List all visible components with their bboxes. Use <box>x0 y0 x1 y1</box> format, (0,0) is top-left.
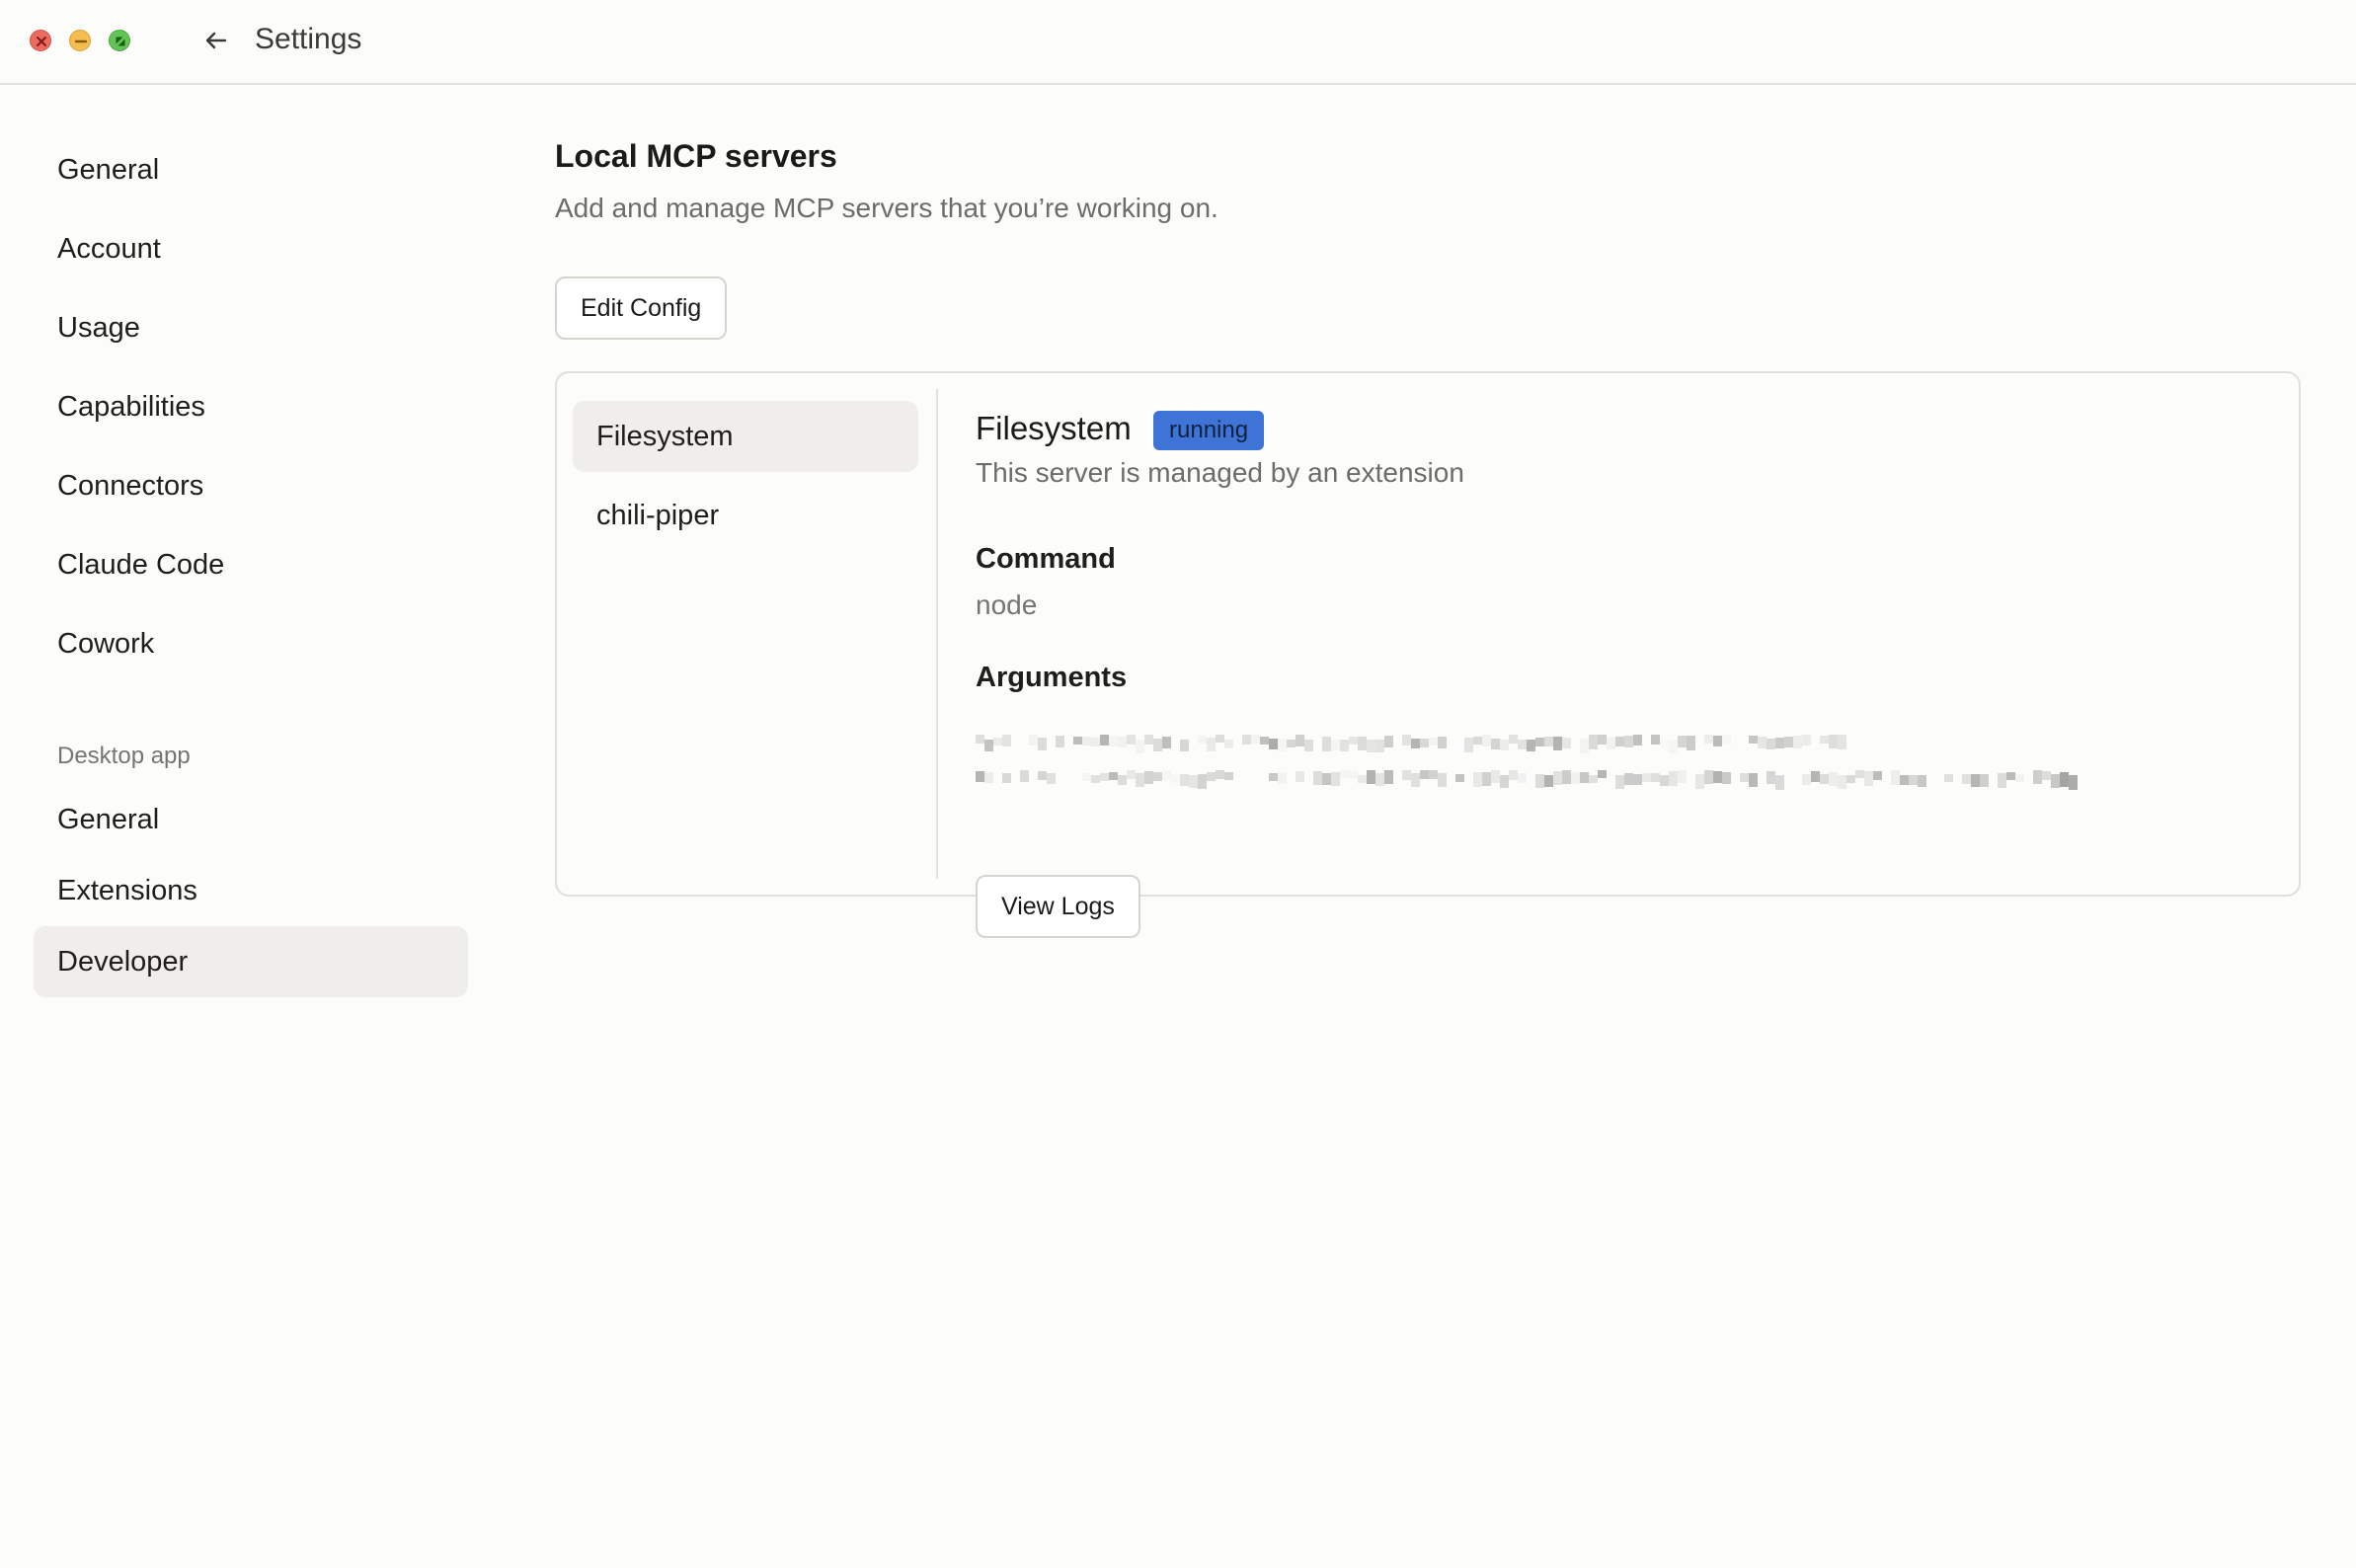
window-minimize-button[interactable] <box>69 30 91 51</box>
sidebar-item-usage[interactable]: Usage <box>34 292 468 363</box>
page-title: Local MCP servers <box>555 138 837 174</box>
status-badge: running <box>1153 411 1265 450</box>
close-icon <box>37 37 46 46</box>
edit-config-button[interactable]: Edit Config <box>555 276 728 340</box>
sidebar-item-capabilities[interactable]: Capabilities <box>34 371 468 442</box>
sidebar-item-desktop-general[interactable]: General <box>34 784 468 855</box>
page-subtitle: Add and manage MCP servers that you’re w… <box>555 193 1218 223</box>
server-item-filesystem[interactable]: Filesystem <box>573 401 918 472</box>
window-title: Settings <box>255 23 362 55</box>
arrow-left-icon[interactable] <box>199 24 233 57</box>
sidebar-section-desktop-app: Desktop app <box>57 743 191 769</box>
server-item-chili-piper[interactable]: chili-piper <box>573 480 918 551</box>
arguments-value-redacted <box>976 735 2078 790</box>
sidebar-item-general[interactable]: General <box>34 134 468 205</box>
sidebar-item-extensions[interactable]: Extensions <box>34 855 468 926</box>
minimize-icon <box>74 39 88 43</box>
mcp-servers-card: Filesystem chili-piper Filesystem runnin… <box>555 371 2301 938</box>
server-detail-description: This server is managed by an extension <box>976 457 1464 488</box>
window-maximize-button[interactable] <box>109 30 130 51</box>
command-value: node <box>976 589 1038 620</box>
server-detail-name: Filesystem <box>976 410 1132 446</box>
sidebar-item-connectors[interactable]: Connectors <box>34 450 468 521</box>
command-label: Command <box>976 543 1116 575</box>
sidebar-item-developer[interactable]: Developer <box>34 926 468 997</box>
title-bar: Settings <box>0 0 2356 85</box>
window-close-button[interactable] <box>30 30 51 51</box>
sidebar-item-cowork[interactable]: Cowork <box>34 608 468 679</box>
view-logs-button[interactable]: View Logs <box>976 875 1140 938</box>
sidebar-item-account[interactable]: Account <box>34 213 468 284</box>
arguments-label: Arguments <box>976 662 1128 693</box>
maximize-icon <box>116 37 125 46</box>
sidebar-item-claude-code[interactable]: Claude Code <box>34 529 468 600</box>
panel-divider <box>936 389 938 879</box>
